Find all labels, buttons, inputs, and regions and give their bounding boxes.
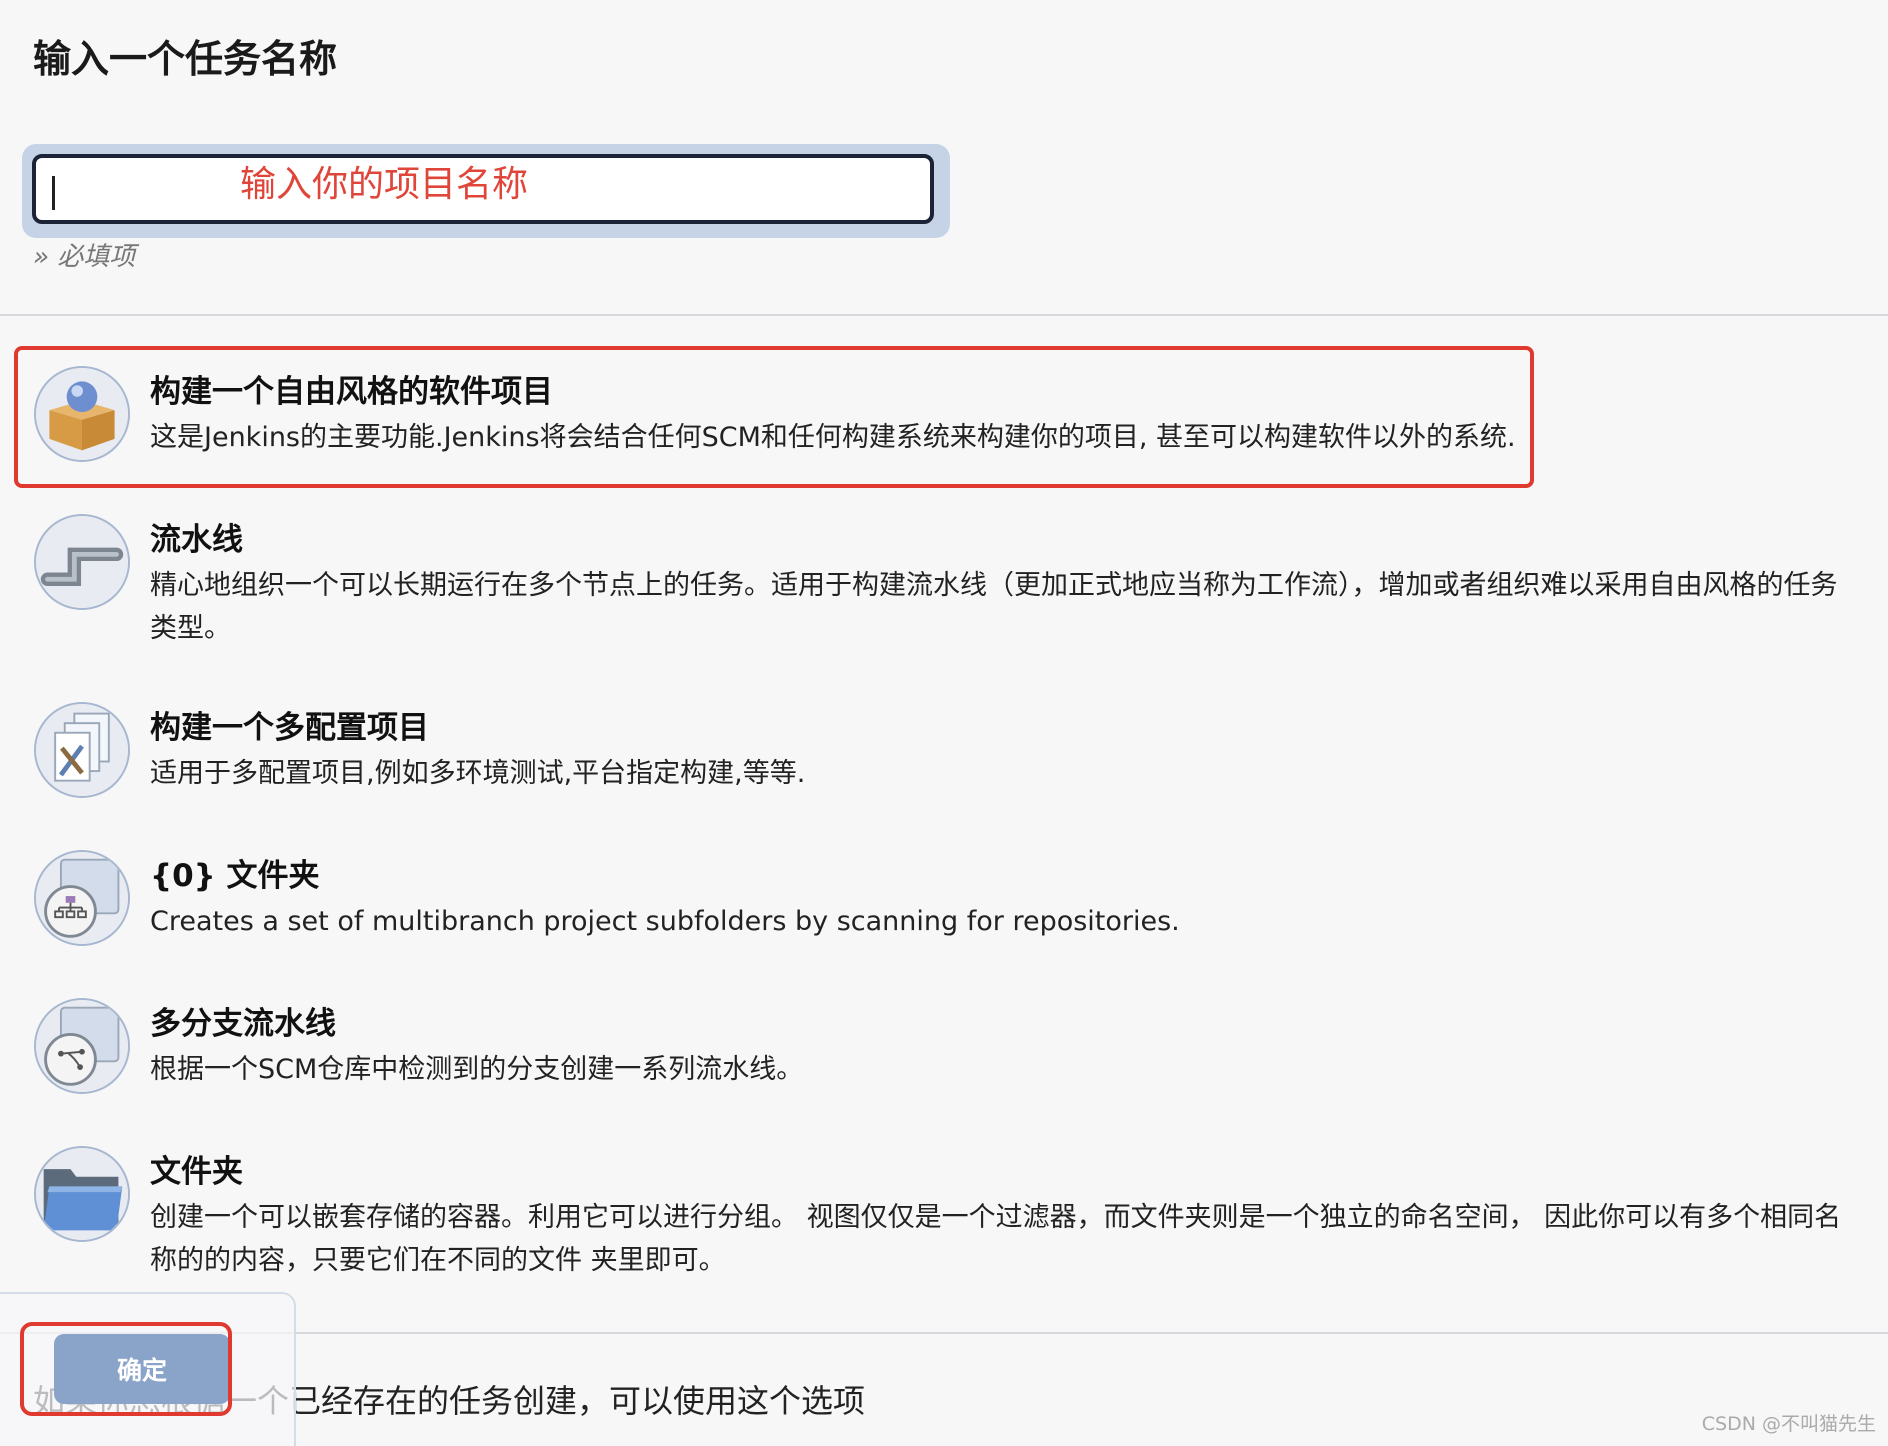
input-annotation-text: 输入你的项目名称 <box>240 164 529 205</box>
job-type-description: 适用于多配置项目,例如多环境测试,平台指定构建,等等. <box>150 758 806 789</box>
job-type-description: 根据一个SCM仓库中检测到的分支创建一系列流水线。 <box>150 1054 804 1085</box>
section-divider <box>0 314 1888 316</box>
job-type-description: 创建一个可以嵌套存储的容器。利用它可以进行分组。 视图仅仅是一个过滤器，而文件夹… <box>150 1202 1842 1276</box>
job-type-description: 精心地组织一个可以长期运行在多个节点上的任务。适用于构建流水线（更加正式地应当称… <box>150 570 1838 644</box>
job-type-description: Creates a set of multibranch project sub… <box>150 906 1180 937</box>
pipeline-icon <box>34 514 130 610</box>
watermark: CSDN @不叫猫先生 <box>1701 1413 1876 1435</box>
job-type-title: 多分支流水线 <box>150 1006 336 1042</box>
job-type-title: 构建一个多配置项目 <box>150 710 429 746</box>
page-title: 输入一个任务名称 <box>33 37 338 81</box>
text-cursor <box>52 176 55 210</box>
multibranch-icon <box>34 998 130 1094</box>
job-type-title: 文件夹 <box>150 1154 243 1190</box>
job-type-title: {0} 文件夹 <box>150 858 320 894</box>
multi-config-icon <box>34 702 130 798</box>
annotation-highlight-freestyle <box>14 346 1534 488</box>
job-type-title: 流水线 <box>150 522 243 558</box>
required-hint: » 必填项 <box>33 242 136 272</box>
folder-icon <box>34 1146 130 1242</box>
org-folder-icon <box>34 850 130 946</box>
annotation-highlight-ok-button <box>20 1322 232 1416</box>
